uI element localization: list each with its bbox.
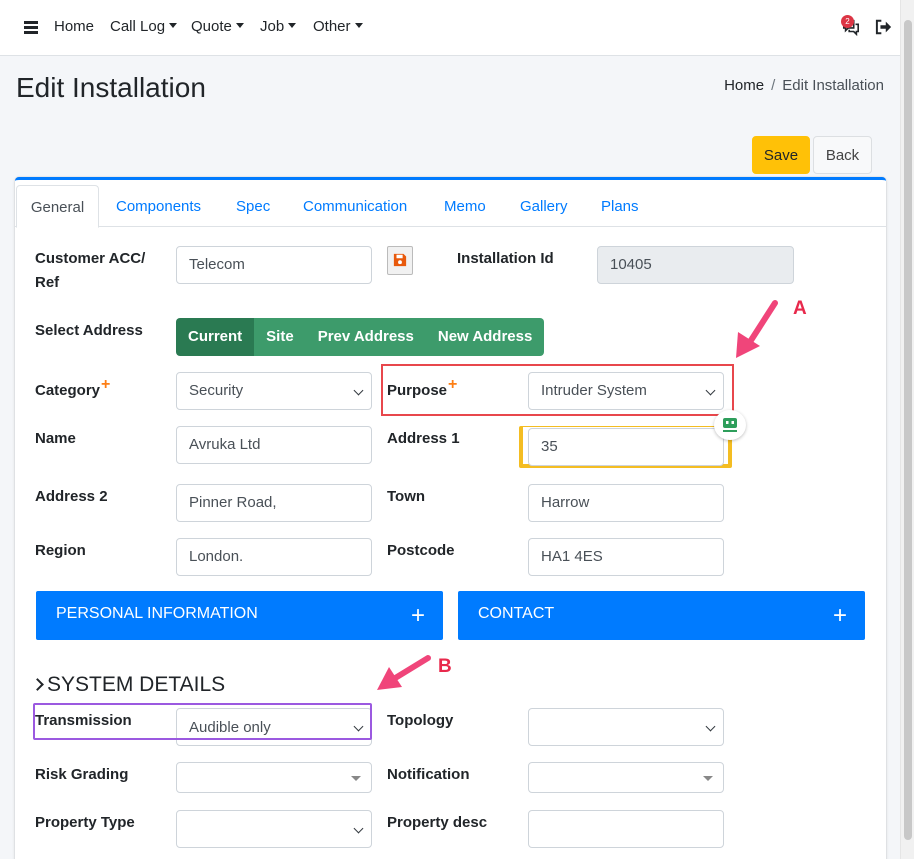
page: Home Call Log Quote Job Other 2 Edit Ins…	[0, 0, 914, 859]
arrow-a-icon	[736, 300, 778, 358]
annotation-label-a: A	[793, 298, 807, 319]
annotation-arrows	[377, 300, 778, 690]
arrow-b-icon	[377, 655, 431, 690]
annotation-label-b: B	[438, 656, 452, 677]
